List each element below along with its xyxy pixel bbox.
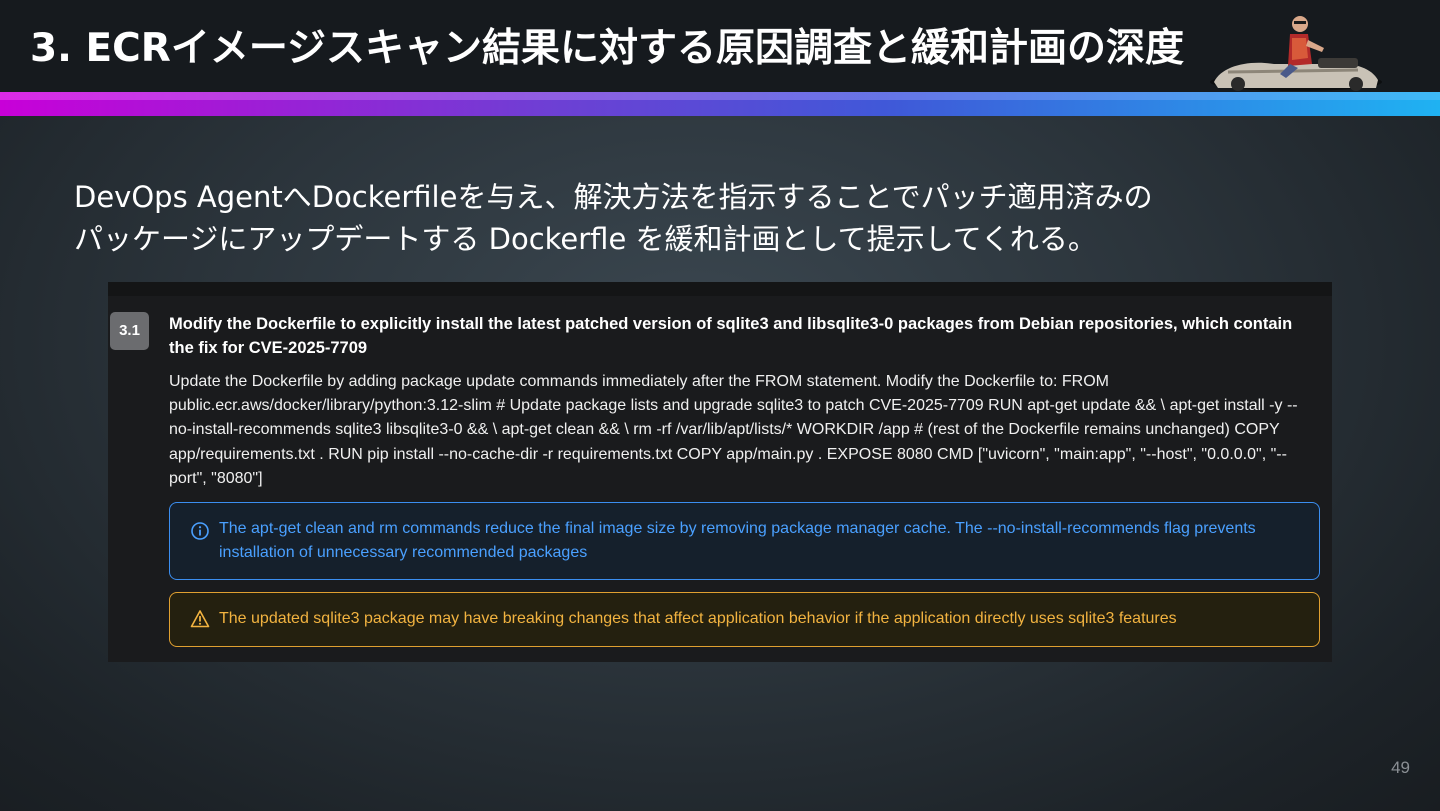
info-callout: The apt-get clean and rm commands reduce… xyxy=(169,502,1320,580)
info-circle-icon xyxy=(191,522,209,540)
subtitle-line-1: DevOps AgentへDockerfileを与え、解決方法を指示することでパ… xyxy=(74,180,1153,214)
slide-subtitle: DevOps AgentへDockerfileを与え、解決方法を指示することでパ… xyxy=(74,176,1374,260)
page-number: 49 xyxy=(1391,758,1410,777)
slide-title: 3. ECRイメージスキャン結果に対する原因調査と緩和計画の深度 xyxy=(30,26,1185,71)
warning-callout-text: The updated sqlite3 package may have bre… xyxy=(219,610,1177,627)
warning-triangle-icon xyxy=(190,610,210,628)
step-description: Update the Dockerfile by adding package … xyxy=(169,373,1298,487)
step-number-badge: 3.1 xyxy=(110,312,149,350)
mitigation-step-panel: 3.1 Modify the Dockerfile to explicitly … xyxy=(108,282,1332,662)
title-bar: 3. ECRイメージスキャン結果に対する原因調査と緩和計画の深度 xyxy=(0,0,1440,92)
warning-callout: The updated sqlite3 package may have bre… xyxy=(169,592,1320,647)
accent-gradient-bar xyxy=(0,92,1440,116)
presenter-photo xyxy=(1210,16,1382,91)
step-title: Modify the Dockerfile to explicitly inst… xyxy=(169,315,1293,357)
subtitle-line-2: パッケージにアップデートする Dockerfle を緩和計画として提示してくれる… xyxy=(74,222,1097,256)
info-callout-text: The apt-get clean and rm commands reduce… xyxy=(219,520,1256,561)
